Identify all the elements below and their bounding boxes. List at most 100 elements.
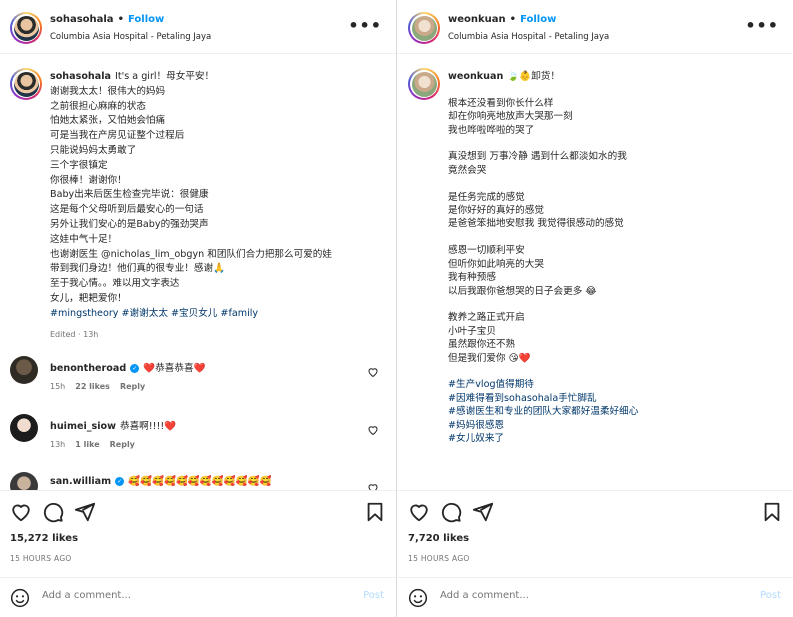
caption-line: 🍃👶卸货！ [507, 71, 560, 82]
caption-line: 我有种预感 [448, 272, 496, 284]
comment-time: 13h [50, 440, 66, 449]
action-bar [0, 490, 396, 530]
post-comment-button[interactable]: Post [760, 590, 781, 601]
caption-hashtags[interactable]: #mingstheory #谢谢太太 #宝贝女儿 #family [50, 307, 390, 322]
caption-line: 这娃中气十足！ [50, 233, 118, 245]
likes-count[interactable]: 15,272 likes [10, 533, 78, 544]
caption-line: 也谢谢医生 @nicholas_lim_obgyn 和团队们合力把那么可爱的娃 [50, 248, 332, 260]
comment-item: huimei_siow 恭喜啊!!!!❤️ 13h 1 like Reply [10, 414, 385, 464]
edited-label: Edited · 13h [50, 329, 99, 339]
post-comment-button[interactable]: Post [363, 590, 384, 601]
caption-line: 至于我心情。。难以用文字表达 [50, 278, 180, 290]
caption-line: 真没想到 万事冷静 遇到什么都淡如水的我 [448, 151, 627, 163]
add-comment-input[interactable] [440, 590, 690, 601]
comment-text: 恭喜啊!!!!❤️ [120, 421, 177, 432]
caption-line: 是任务完成的感觉 [448, 191, 525, 203]
post-location[interactable]: Columbia Asia Hospital - Petaling Jaya [448, 32, 609, 42]
reply-button[interactable]: Reply [120, 382, 145, 391]
post-location[interactable]: Columbia Asia Hospital - Petaling Jaya [50, 32, 211, 42]
comment-time: 15h [50, 382, 66, 391]
share-send-icon[interactable] [472, 501, 494, 523]
commenter-avatar[interactable] [10, 414, 38, 442]
like-comment-icon[interactable] [367, 424, 379, 436]
caption-line: 但听你如此响亮的大哭 [448, 258, 544, 270]
caption-line: 根本还没看到你长什么样 [448, 97, 554, 109]
hashtag-link[interactable]: #感谢医生和专业的团队大家都好温柔好细心 [448, 405, 788, 418]
caption-line: 可是当我在产房见证整个过程后 [50, 130, 185, 142]
caption-line [448, 137, 788, 150]
add-comment-bar: Post [0, 577, 396, 617]
add-comment-input[interactable] [42, 590, 292, 601]
caption-line: 但是我们爱你 😘❤️ [448, 352, 531, 364]
separator-dot: • [117, 14, 124, 25]
comment-likes[interactable]: 1 like [75, 440, 99, 449]
comment-likes[interactable]: 22 likes [75, 382, 110, 391]
caption-line: 以后我跟你爸想哭的日子会更多 😂 [448, 285, 597, 297]
author-username[interactable]: sohasohala [50, 14, 114, 25]
comment-bubble-icon[interactable] [42, 501, 64, 523]
caption-line: 女儿，耙耙爱你！ [50, 292, 127, 304]
verified-badge-icon: ✓ [115, 476, 125, 486]
caption-line: 之前很担心麻麻的状态 [50, 100, 146, 112]
follow-button[interactable]: Follow [128, 14, 164, 25]
caption-line: 虽然跟你还不熟 [448, 339, 516, 351]
commenter-username[interactable]: san.william [50, 476, 111, 487]
separator-dot: • [509, 14, 517, 25]
caption-line: 是爸爸笨拙地安慰我 我觉得很感动的感觉 [448, 218, 624, 230]
comment-bubble-icon[interactable] [440, 501, 462, 523]
caption-avatar[interactable] [10, 68, 42, 100]
emoji-icon[interactable] [408, 588, 428, 608]
caption-line [448, 365, 788, 378]
hashtag-link[interactable]: #因难得看到sohasohala手忙脚乱 [448, 392, 788, 405]
caption-line [448, 177, 788, 190]
caption-line: 是你好好的真好的感觉 [448, 205, 544, 217]
save-bookmark-icon[interactable] [761, 501, 783, 523]
like-heart-icon[interactable] [10, 501, 32, 523]
more-options-icon[interactable]: ••• [745, 16, 779, 35]
save-bookmark-icon[interactable] [364, 501, 386, 523]
follow-button[interactable]: Follow [520, 14, 556, 25]
caption-line: 我也哗啦哗啦的哭了 [448, 124, 535, 136]
caption-line: 只能说妈妈太勇敢了 [50, 144, 137, 156]
caption-username[interactable]: sohasohala [50, 71, 111, 82]
commenter-avatar[interactable] [10, 356, 38, 384]
comment-text: 🥰🥰🥰🥰🥰🥰🥰🥰🥰🥰🥰🥰 [128, 476, 272, 487]
action-bar [398, 490, 793, 530]
commenter-username[interactable]: huimei_siow [50, 421, 116, 432]
caption-line: Baby出来后医生检查完毕说：很健康 [50, 189, 209, 201]
like-comment-icon[interactable] [367, 366, 379, 378]
like-heart-icon[interactable] [408, 501, 430, 523]
caption-username[interactable]: weonkuan [448, 71, 503, 82]
caption-line: 教养之路正式开启 [448, 312, 525, 324]
more-options-icon[interactable]: ••• [348, 16, 382, 35]
author-username[interactable]: weonkuan [448, 14, 506, 25]
verified-badge-icon: ✓ [130, 363, 140, 373]
hashtag-link[interactable]: #妈妈很感恩 [448, 419, 788, 432]
caption-line: It's a girl！母女平安！ [114, 71, 215, 82]
hashtag-link[interactable]: #女儿奴来了 [448, 432, 788, 445]
left-post-panel: sohasohala • Follow Columbia Asia Hospital… [0, 0, 397, 617]
share-send-icon[interactable] [74, 501, 96, 523]
caption-line [448, 231, 788, 244]
caption-text: sohasohala It's a girl！母女平安！ 谢谢我太太！很伟大的妈妈… [50, 70, 390, 342]
caption-avatar[interactable] [408, 68, 440, 100]
comment-item: benontheroad ✓ ❤️恭喜恭喜❤️ 15h 22 likes Reply [10, 356, 385, 406]
post-header: weonkuan • Follow Columbia Asia Hospital -… [398, 0, 793, 54]
caption-line [448, 83, 788, 96]
reply-button[interactable]: Reply [110, 440, 135, 449]
caption-line: 这是每个父母听到后最安心的一句话 [50, 204, 204, 216]
post-time: 15 HOURS AGO [408, 554, 470, 563]
caption-line: 小叶子宝贝 [448, 325, 496, 337]
likes-count[interactable]: 7,720 likes [408, 533, 469, 544]
caption-line: 竟然会哭 [448, 164, 487, 176]
commenter-username[interactable]: benontheroad [50, 363, 126, 374]
comment-text: ❤️恭喜恭喜❤️ [143, 363, 206, 374]
post-time: 15 HOURS AGO [10, 554, 72, 563]
caption-line [448, 298, 788, 311]
right-post-panel: weonkuan • Follow Columbia Asia Hospital -… [398, 0, 793, 617]
author-avatar[interactable] [10, 12, 42, 44]
caption-text: weonkuan 🍃👶卸货！ 根本还没看到你长什么样 却在你响亮地放声大哭那一刻 … [448, 70, 788, 445]
author-avatar[interactable] [408, 12, 440, 44]
emoji-icon[interactable] [10, 588, 30, 608]
hashtag-link[interactable]: #生产vlog值得期待 [448, 378, 788, 391]
